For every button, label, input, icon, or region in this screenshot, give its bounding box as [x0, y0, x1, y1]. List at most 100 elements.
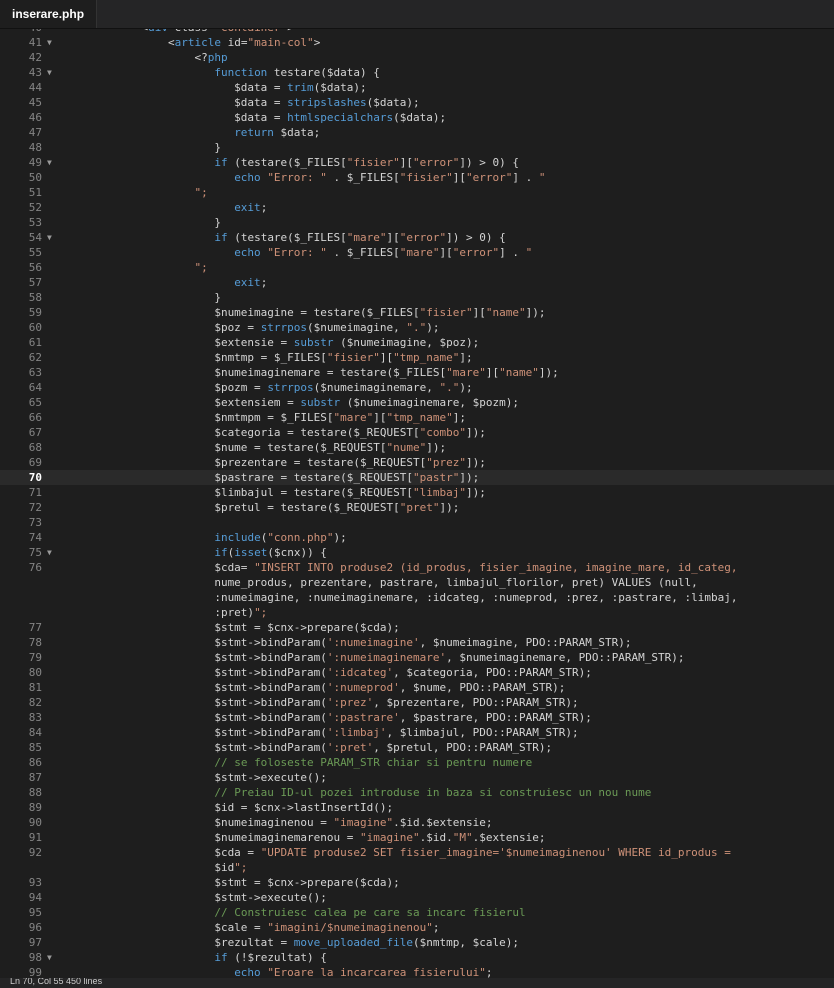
code-line[interactable]: 69 $prezentare = testare($_REQUEST["prez…: [0, 455, 834, 470]
code-line[interactable]: 63 $numeimaginemare = testare($_FILES["m…: [0, 365, 834, 380]
code-line[interactable]: 49 ▼ if (testare($_FILES["fisier"]["error…: [0, 155, 834, 170]
fold-arrow-icon[interactable]: ▼: [47, 35, 52, 50]
code-line[interactable]: nume_produs, prezentare, pastrare, limba…: [0, 575, 834, 590]
code-text: $categoria = testare($_REQUEST["combo"])…: [62, 426, 486, 439]
line-number: 92: [28, 846, 42, 859]
code-line[interactable]: 98 ▼ if (!$rezultat) {: [0, 950, 834, 965]
code-text: echo "Error: " . $_FILES["mare"]["error"…: [234, 246, 533, 259]
code-line[interactable]: 77 $stmt = $cnx->prepare($cda);: [0, 620, 834, 635]
line-number: 86: [28, 756, 42, 769]
code-line[interactable]: 50 echo "Error: " . $_FILES["fisier"]["e…: [0, 170, 834, 185]
code-line[interactable]: 83 $stmt->bindParam(':pastrare', $pastra…: [0, 710, 834, 725]
code-line[interactable]: 80 $stmt->bindParam(':idcateg', $categor…: [0, 665, 834, 680]
code-line[interactable]: 47 return $data;: [0, 125, 834, 140]
code-line[interactable]: 42 <?php: [0, 50, 834, 65]
line-number: 54: [28, 231, 42, 244]
fold-arrow-icon[interactable]: ▼: [47, 950, 52, 965]
code-line[interactable]: 48 }: [0, 140, 834, 155]
line-number: 52: [28, 201, 42, 214]
code-text: $data = stripslashes($data);: [62, 96, 420, 109]
code-line[interactable]: 56 ";: [0, 260, 834, 275]
line-number: 72: [28, 501, 42, 514]
code-text: $pastrare = testare($_REQUEST["pastr"]);: [62, 471, 480, 484]
code-text: $extensiem = substr ($numeimaginemare, $…: [62, 396, 519, 409]
code-text: ";: [194, 186, 208, 199]
code-text: $stmt->bindParam(':limbaj', $limbajul, P…: [62, 726, 579, 739]
line-number: 81: [28, 681, 42, 694]
code-line[interactable]: 88 // Preiau ID-ul pozei introduse in ba…: [0, 785, 834, 800]
line-number: 42: [28, 51, 42, 64]
code-line[interactable]: 59 $numeimagine = testare($_FILES["fisie…: [0, 305, 834, 320]
code-line[interactable]: 93 $stmt = $cnx->prepare($cda);: [0, 875, 834, 890]
code-line[interactable]: 75 ▼ if(isset($cnx)) {: [0, 545, 834, 560]
code-line[interactable]: 99 echo "Eroare la incarcarea fisierului…: [0, 965, 834, 978]
tab-inserare-php[interactable]: inserare.php: [0, 0, 98, 28]
title-bar: inserare.php: [0, 0, 834, 29]
code-line[interactable]: 81 $stmt->bindParam(':numeprod', $nume, …: [0, 680, 834, 695]
code-line[interactable]: 97 $rezultat = move_uploaded_file($nmtmp…: [0, 935, 834, 950]
code-line[interactable]: 79 $stmt->bindParam(':numeimaginemare', …: [0, 650, 834, 665]
code-line[interactable]: 73: [0, 515, 834, 530]
line-number: 96: [28, 921, 42, 934]
code-line[interactable]: 51 ";: [0, 185, 834, 200]
code-text: }: [62, 216, 221, 229]
code-line[interactable]: 66 $nmtmpm = $_FILES["mare"]["tmp_name"]…: [0, 410, 834, 425]
code-line[interactable]: 78 $stmt->bindParam(':numeimagine', $num…: [0, 635, 834, 650]
code-line[interactable]: 67 $categoria = testare($_REQUEST["combo…: [0, 425, 834, 440]
code-line[interactable]: 53 }: [0, 215, 834, 230]
line-number: 65: [28, 396, 42, 409]
code-line[interactable]: 82 $stmt->bindParam(':prez', $prezentare…: [0, 695, 834, 710]
code-line[interactable]: 46 $data = htmlspecialchars($data);: [0, 110, 834, 125]
code-line[interactable]: 74 include("conn.php");: [0, 530, 834, 545]
fold-arrow-icon[interactable]: ▼: [47, 65, 52, 80]
code-line[interactable]: 71 $limbajul = testare($_REQUEST["limbaj…: [0, 485, 834, 500]
code-line[interactable]: 55 echo "Error: " . $_FILES["mare"]["err…: [0, 245, 834, 260]
code-line[interactable]: 92 $cda = "UPDATE produse2 SET fisier_im…: [0, 845, 834, 860]
code-line[interactable]: 95 // Construiesc calea pe care sa incar…: [0, 905, 834, 920]
code-line[interactable]: :pret)";: [0, 605, 834, 620]
fold-arrow-icon[interactable]: ▼: [47, 155, 52, 170]
code-line[interactable]: 62 $nmtmp = $_FILES["fisier"]["tmp_name"…: [0, 350, 834, 365]
line-number: 47: [28, 126, 42, 139]
code-line[interactable]: 52 exit;: [0, 200, 834, 215]
code-line[interactable]: 61 $extensie = substr ($numeimagine, $po…: [0, 335, 834, 350]
code-text: $nmtmpm = $_FILES["mare"]["tmp_name"];: [62, 411, 467, 424]
code-line[interactable]: 84 $stmt->bindParam(':limbaj', $limbajul…: [0, 725, 834, 740]
code-line[interactable]: :numeimagine, :numeimaginemare, :idcateg…: [0, 590, 834, 605]
code-line[interactable]: 54 ▼ if (testare($_FILES["mare"]["error"]…: [0, 230, 834, 245]
code-editor[interactable]: 40 <div class="container">41▼ <article i…: [0, 20, 834, 978]
code-line[interactable]: 76 $cda= "INSERT INTO produse2 (id_produ…: [0, 560, 834, 575]
code-text: // Preiau ID-ul pozei introduse in baza …: [214, 786, 652, 799]
code-line[interactable]: 45 $data = stripslashes($data);: [0, 95, 834, 110]
code-text: if(isset($cnx)) {: [214, 546, 327, 559]
line-number: 61: [28, 336, 42, 349]
code-line[interactable]: 68 $nume = testare($_REQUEST["nume"]);: [0, 440, 834, 455]
code-line[interactable]: 87 $stmt->execute();: [0, 770, 834, 785]
code-line[interactable]: 94 $stmt->execute();: [0, 890, 834, 905]
code-line[interactable]: 91 $numeimaginemarenou = "imagine".$id."…: [0, 830, 834, 845]
code-line[interactable]: 60 $poz = strrpos($numeimagine, ".");: [0, 320, 834, 335]
fold-arrow-icon[interactable]: ▼: [47, 230, 52, 245]
code-line[interactable]: 41 ▼ <article id="main-col">: [0, 35, 834, 50]
code-text: $numeimagine = testare($_FILES["fisier"]…: [62, 306, 546, 319]
code-line[interactable]: 96 $cale = "imagini/$numeimaginenou";: [0, 920, 834, 935]
code-line[interactable]: 89 $id = $cnx->lastInsertId();: [0, 800, 834, 815]
code-text: $stmt->bindParam(':pastrare', $pastrare,…: [62, 711, 592, 724]
code-text: $prezentare = testare($_REQUEST["prez"])…: [62, 456, 486, 469]
code-line[interactable]: 44 $data = trim($data);: [0, 80, 834, 95]
code-line[interactable]: 43 ▼ function testare($data) {: [0, 65, 834, 80]
code-line[interactable]: 72 $pretul = testare($_REQUEST["pret"]);: [0, 500, 834, 515]
code-text: exit;: [234, 201, 268, 214]
code-text: $extensie = substr ($numeimagine, $poz);: [62, 336, 480, 349]
code-line[interactable]: 64 $pozm = strrpos($numeimaginemare, "."…: [0, 380, 834, 395]
code-line[interactable]: $id";: [0, 860, 834, 875]
code-line[interactable]: 85 $stmt->bindParam(':pret', $pretul, PD…: [0, 740, 834, 755]
code-line[interactable]: 70 $pastrare = testare($_REQUEST["pastr"…: [0, 470, 834, 485]
code-line[interactable]: 57 exit;: [0, 275, 834, 290]
code-line[interactable]: 58 }: [0, 290, 834, 305]
code-line[interactable]: 65 $extensiem = substr ($numeimaginemare…: [0, 395, 834, 410]
code-text: // se foloseste PARAM_STR chiar si pentr…: [214, 756, 533, 769]
fold-arrow-icon[interactable]: ▼: [47, 545, 52, 560]
code-line[interactable]: 90 $numeimaginenou = "imagine".$id.$exte…: [0, 815, 834, 830]
code-line[interactable]: 86 // se foloseste PARAM_STR chiar si pe…: [0, 755, 834, 770]
